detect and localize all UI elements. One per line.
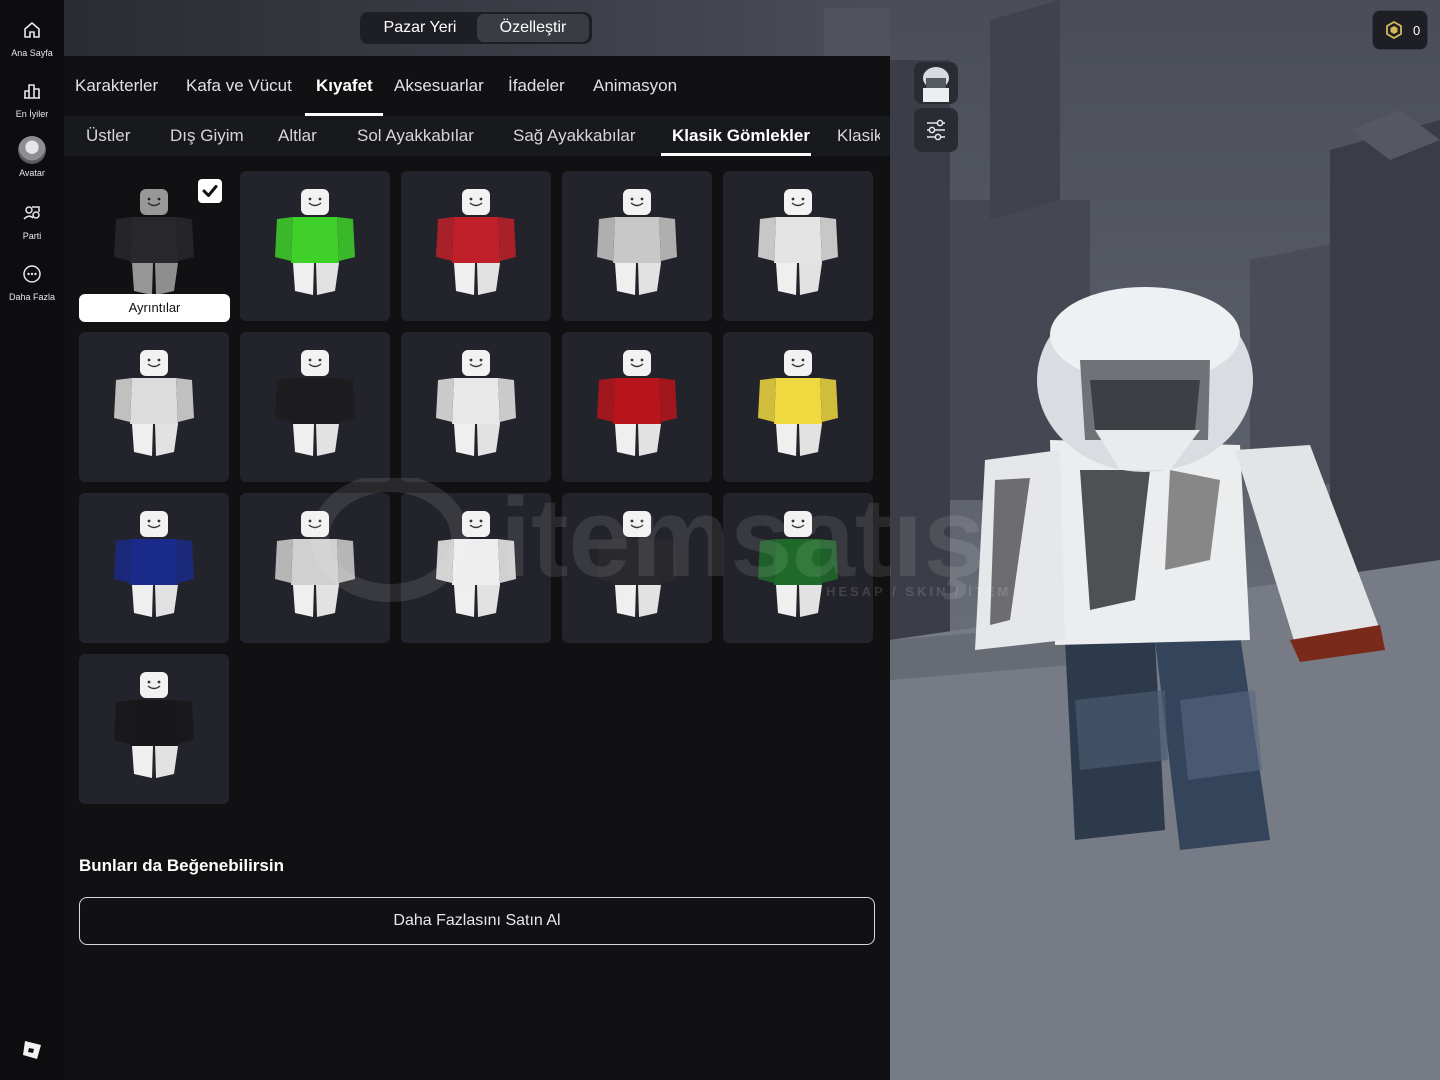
avatar-icon [18, 136, 46, 164]
shirt-thumbnail [436, 350, 516, 456]
more-icon [20, 262, 44, 286]
tab-accessories[interactable]: Aksesuarlar [394, 76, 484, 98]
viewport-tools [914, 60, 958, 156]
subtab-tops[interactable]: Üstler [86, 126, 130, 146]
home-icon [20, 18, 44, 42]
subtab-bottoms[interactable]: Altlar [278, 126, 317, 146]
shirt-item-tile[interactable] [401, 171, 551, 321]
shirt-thumbnail [275, 511, 355, 617]
shirt-item-tile[interactable] [401, 493, 551, 643]
shirt-item-tile[interactable] [723, 332, 873, 482]
shirt-thumbnail [114, 672, 194, 778]
shirt-thumbnail [275, 350, 355, 456]
details-button[interactable]: Ayrıntılar [79, 294, 230, 322]
shirt-thumbnail [758, 511, 838, 617]
subtab-classic-more[interactable]: Klasik [837, 126, 880, 146]
shirt-item-tile[interactable] [79, 654, 229, 804]
avatar-thumbnail-icon [923, 67, 949, 102]
nav-item-more[interactable]: Daha Fazla [0, 256, 64, 314]
shirt-thumbnail [114, 350, 194, 456]
mode-toggle: Pazar Yeri Özelleştir [360, 12, 592, 44]
nav-item-label: Daha Fazla [8, 292, 56, 302]
shirt-thumbnail [275, 189, 355, 295]
shirt-item-tile[interactable] [723, 171, 873, 321]
suggestions-title: Bunları da Beğenebilirsin [79, 856, 284, 875]
shirt-thumbnail [436, 511, 516, 617]
subtab-left-shoes[interactable]: Sol Ayakkabılar [357, 126, 474, 146]
shirt-thumbnail [114, 189, 194, 295]
tab-marketplace[interactable]: Pazar Yeri [364, 14, 476, 42]
avatar-viewport[interactable] [890, 0, 1440, 1080]
tab-animation[interactable]: Animasyon [593, 76, 677, 98]
charts-icon [20, 79, 44, 103]
shirt-thumbnail [597, 511, 677, 617]
sliders-icon [927, 119, 945, 141]
shirt-item-tile[interactable] [240, 171, 390, 321]
buy-more-button[interactable]: Daha Fazlasını Satın Al [79, 897, 875, 945]
shirt-item-tile[interactable] [79, 493, 229, 643]
tab-customize[interactable]: Özelleştir [477, 14, 589, 42]
robux-icon [1386, 21, 1402, 39]
nav-item-party[interactable]: Parti [0, 195, 64, 253]
nav-item-charts[interactable]: En İyiler [0, 73, 64, 131]
nav-item-label: En İyiler [15, 109, 49, 119]
scene-block [824, 8, 890, 56]
nav-item-label: Avatar [19, 168, 45, 178]
left-navigation: Ana Sayfa En İyiler Avatar Parti Daha Fa… [0, 0, 64, 1080]
nav-item-label: Parti [22, 231, 42, 241]
subtab-classic-shirts[interactable]: Klasik Gömlekler [672, 126, 810, 146]
shirt-item-tile[interactable] [79, 332, 229, 482]
shirt-thumbnail [758, 189, 838, 295]
roblox-logo-icon[interactable] [21, 1039, 43, 1061]
robux-count: 0 [1413, 23, 1421, 38]
adjust-settings-button[interactable] [914, 108, 958, 152]
shirt-item-tile[interactable] [723, 493, 873, 643]
nav-item-home[interactable]: Ana Sayfa [0, 12, 64, 70]
party-icon [20, 201, 44, 225]
subtab-right-shoes[interactable]: Sağ Ayakkabılar [513, 126, 636, 146]
subtab-outerwear[interactable]: Dış Giyim [170, 126, 244, 146]
shirt-item-tile[interactable] [240, 332, 390, 482]
avatar-scene [890, 0, 1440, 1080]
tab-head-body[interactable]: Kafa ve Vücut [186, 76, 292, 98]
shirt-item-tile[interactable] [401, 332, 551, 482]
nav-item-label: Ana Sayfa [11, 48, 53, 58]
shirt-thumbnail [758, 350, 838, 456]
tab-emotes[interactable]: İfadeler [508, 76, 565, 98]
shirt-item-tile[interactable] [562, 332, 712, 482]
active-subtab-indicator [661, 153, 811, 156]
avatar-thumbnail-button[interactable] [914, 62, 958, 104]
checkmark-icon [202, 185, 218, 197]
selected-checkbox[interactable] [198, 179, 222, 203]
shirt-item-tile[interactable] [240, 493, 390, 643]
shirt-item-tile[interactable] [562, 171, 712, 321]
tab-clothing[interactable]: Kıyafet [316, 76, 373, 98]
nav-item-avatar[interactable]: Avatar [0, 134, 64, 192]
shirt-thumbnail [114, 511, 194, 617]
shirt-thumbnail [597, 350, 677, 456]
shirt-item-tile[interactable] [562, 493, 712, 643]
robux-balance[interactable]: 0 [1372, 10, 1428, 50]
shirt-thumbnail [597, 189, 677, 295]
tab-characters[interactable]: Karakterler [75, 76, 158, 98]
shirt-thumbnail [436, 189, 516, 295]
